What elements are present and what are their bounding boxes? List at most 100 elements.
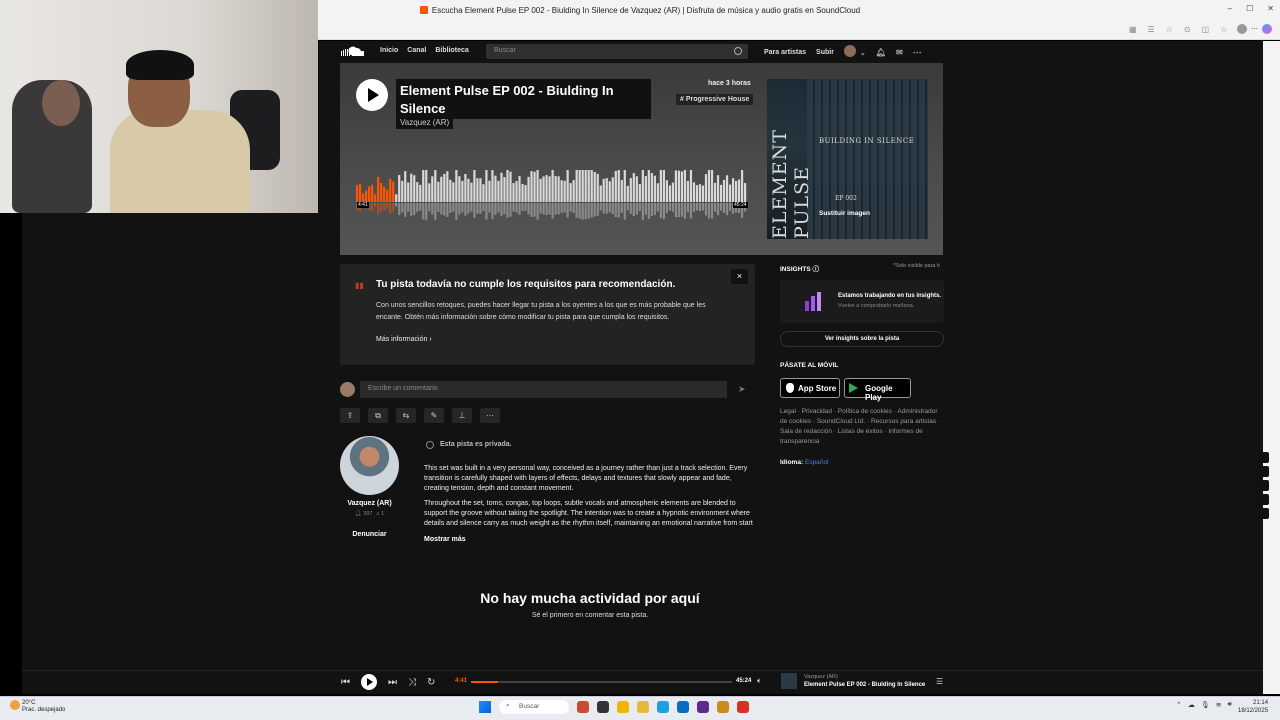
queue-icon[interactable]: ☰ — [936, 677, 943, 686]
settings-icon[interactable] — [1258, 508, 1269, 519]
more-actions-icon[interactable]: ⋯ — [480, 408, 500, 423]
upload-link[interactable]: Subir — [816, 49, 834, 56]
edit-icon[interactable]: ✎ — [424, 408, 444, 423]
weather-desc: Prac. despejado — [22, 707, 66, 713]
mail-icon[interactable]: ✉ — [896, 48, 903, 57]
replace-image-button[interactable]: Sustituir imagen — [819, 210, 870, 217]
terminal-app-icon[interactable] — [597, 701, 609, 713]
cloud-icon[interactable]: ☁ — [1188, 701, 1195, 709]
send-icon[interactable]: ➤ — [738, 384, 746, 395]
media-app-icon[interactable] — [737, 701, 749, 713]
more-icon[interactable]: ⋯ — [1251, 25, 1258, 33]
nav-library[interactable]: Biblioteca — [435, 47, 468, 54]
profile-icon[interactable] — [1237, 24, 1247, 34]
cover-artwork[interactable]: ELEMENT PULSE BUILDING IN SILENCE EP 002… — [767, 79, 928, 239]
more-options-icon[interactable]: ⋯ — [913, 47, 922, 58]
show-more-button[interactable]: Mostrar más — [424, 536, 466, 543]
commenter-avatar — [340, 382, 355, 397]
report-button[interactable]: Denunciar — [340, 531, 399, 538]
maximize-icon[interactable]: ☐ — [1246, 4, 1253, 13]
artist-avatar[interactable] — [340, 436, 399, 495]
player-thumbnail[interactable] — [781, 673, 797, 689]
bell-icon[interactable]: 🔔︎ — [876, 48, 886, 57]
browser-profile[interactable]: ⋯ — [1237, 24, 1272, 34]
nav-home[interactable]: Inicio — [380, 47, 398, 54]
read-icon[interactable]: ☰ — [1148, 25, 1155, 35]
player-progress-track[interactable] — [471, 681, 732, 683]
nav-right: Para artistas Subir ⌄ 🔔︎ ✉ ⋯ — [764, 45, 922, 58]
weather-widget[interactable]: 20°C Prac. despejado — [8, 700, 65, 714]
next-icon[interactable]: ⏭︎ — [388, 677, 397, 688]
artist-name[interactable]: Vazquez (AR) — [340, 500, 399, 507]
game-app-icon[interactable] — [577, 701, 589, 713]
play-button[interactable] — [356, 79, 388, 111]
player-play-button[interactable] — [361, 674, 377, 690]
split-icon[interactable]: ◫ — [1202, 25, 1210, 35]
repost-icon[interactable]: ⇆ — [396, 408, 416, 423]
chevron-up-icon[interactable]: ⌃ — [1176, 701, 1182, 709]
mic-icon[interactable]: 🎙︎ — [1201, 701, 1210, 709]
chevron-right-icon: › — [429, 336, 432, 343]
soundcloud-logo-icon[interactable] — [340, 46, 364, 56]
extension-icon[interactable]: ⊙ — [1184, 25, 1191, 35]
star-icon[interactable]: ☆ — [1166, 25, 1173, 35]
legal-links[interactable]: Legal · Privacidad · Política de cookies… — [780, 407, 944, 447]
shuffle-icon[interactable]: ⤨ — [408, 677, 416, 688]
user-avatar[interactable] — [843, 45, 856, 57]
language-selector[interactable]: Idioma: Español — [780, 459, 828, 466]
copy-icon[interactable] — [1258, 494, 1269, 505]
info-icon[interactable]: ⓘ — [813, 266, 820, 273]
language-value[interactable]: Español — [805, 459, 829, 466]
artist-link[interactable]: Vazquez (AR) — [396, 116, 454, 129]
taskbar-search[interactable]: ⌕ Buscar — [499, 700, 569, 714]
camera-icon[interactable] — [1258, 466, 1269, 477]
copy-link-icon[interactable]: ⧉ — [368, 408, 388, 423]
previous-icon[interactable]: ⏮︎ — [341, 677, 350, 688]
insights-button[interactable]: Ver insights sobre la pista — [780, 331, 944, 347]
waveform-reflection — [623, 203, 626, 220]
video-icon[interactable] — [1258, 480, 1269, 491]
obs-app-icon[interactable] — [697, 701, 709, 713]
folder-app-icon[interactable] — [637, 701, 649, 713]
ableton-app-icon[interactable] — [717, 701, 729, 713]
cover-ep: EP 002 — [835, 195, 857, 202]
favorites-icon[interactable]: ☆ — [1220, 25, 1227, 35]
close-notice-button[interactable]: × — [731, 269, 748, 284]
volume-icon[interactable]: 🔈︎ — [757, 676, 762, 686]
chevron-down-icon[interactable]: ⌄ — [860, 49, 866, 57]
windows-start-icon[interactable] — [479, 701, 491, 713]
plus-icon[interactable] — [1258, 452, 1269, 463]
edge-app-icon[interactable] — [657, 701, 669, 713]
followers-count[interactable]: 397 — [363, 511, 372, 517]
player-progress-fill — [471, 681, 498, 683]
waveform[interactable] — [356, 170, 747, 220]
comment-input[interactable]: Escribe un comentario — [360, 381, 727, 398]
following-count[interactable]: 1 — [381, 511, 384, 517]
waveform-bar — [446, 171, 449, 202]
outlook-app-icon[interactable] — [677, 701, 689, 713]
search-input[interactable]: Buscar — [486, 44, 748, 59]
speaker-icon[interactable]: 🔊︎ — [1228, 701, 1232, 709]
waveform-bar — [611, 177, 614, 202]
stats-icon[interactable]: ⊥ — [452, 408, 472, 423]
waveform-reflection — [479, 203, 482, 214]
copilot-icon[interactable] — [1262, 24, 1272, 34]
close-window-icon[interactable]: ✕ — [1267, 4, 1274, 13]
nav-feed[interactable]: Canal — [407, 47, 426, 54]
repeat-icon[interactable]: ↻ — [427, 677, 435, 688]
chrome-app-icon[interactable] — [617, 701, 629, 713]
waveform-bar — [374, 194, 377, 202]
for-artists-link[interactable]: Para artistas — [764, 49, 806, 56]
genre-tag[interactable]: # Progressive House — [676, 94, 754, 105]
taskbar-clock[interactable]: 21:14 18/12/2025 — [1238, 699, 1268, 715]
waveform-reflection — [509, 203, 512, 217]
waveform-reflection — [647, 203, 650, 219]
grid-icon[interactable]: ▦ — [1129, 25, 1137, 35]
wifi-icon[interactable]: ≋ — [1216, 701, 1222, 709]
player-artist[interactable]: Vazquez (AR) — [804, 674, 838, 680]
share-icon[interactable]: ⇪ — [340, 408, 360, 423]
minimize-icon[interactable]: – — [1228, 4, 1232, 13]
player-track[interactable]: Element Pulse EP 002 - Biulding In Silen… — [804, 682, 925, 688]
more-info-link[interactable]: Más información › — [376, 336, 432, 343]
search-icon[interactable] — [734, 47, 742, 55]
